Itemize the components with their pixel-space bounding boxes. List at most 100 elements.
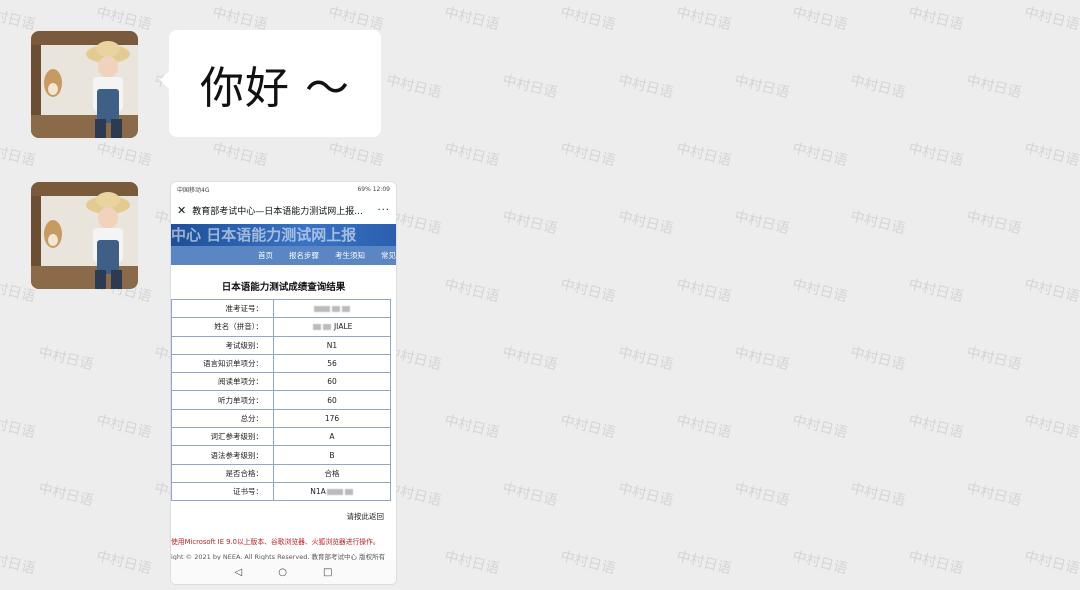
row-value <box>273 298 391 319</box>
watermark-text: 中村日语 <box>558 276 617 306</box>
site-banner: 中心 日本语能力测试网上报 <box>171 224 396 246</box>
watermark-text: 中村日语 <box>94 140 153 170</box>
watermark-text: 中村日语 <box>616 208 675 238</box>
watermark-text: 中村日语 <box>674 548 733 578</box>
row-value: B <box>273 445 391 465</box>
row-label: 听力单项分： <box>171 390 274 410</box>
watermark-text: 中村日语 <box>674 412 733 442</box>
browser-title-bar: ✕ 教育部考试中心—日本语能力测试网上报... ··· <box>171 196 396 224</box>
nav-item-faq[interactable]: 常见 <box>381 250 396 261</box>
row-value: 60 <box>273 390 391 410</box>
close-icon[interactable]: ✕ <box>177 204 186 217</box>
watermark-text: 中村日语 <box>0 548 37 578</box>
message-text: 你好 ～ <box>200 62 350 114</box>
row-value: 60 <box>273 372 391 392</box>
battery-time: 69% 12:09 <box>357 185 390 193</box>
watermark-text: 中村日语 <box>442 412 501 442</box>
row-value: A <box>273 427 391 447</box>
carrier-label: 中国移动4G <box>177 186 210 194</box>
row-label: 证书号： <box>171 481 274 502</box>
watermark-text: 中村日语 <box>790 276 849 306</box>
row-value: N1 <box>273 335 391 355</box>
avatar[interactable] <box>31 182 138 289</box>
watermark-text: 中村日语 <box>94 412 153 442</box>
watermark-text: 中村日语 <box>442 4 501 34</box>
row-value: N1A <box>273 481 391 502</box>
watermark-text: 中村日语 <box>674 140 733 170</box>
nav-item-home[interactable]: 首页 <box>258 250 273 261</box>
table-row: 语法参考级别： B <box>171 445 391 465</box>
watermark-text: 中村日语 <box>1022 140 1080 170</box>
table-row: 词汇参考级别： A <box>171 427 391 447</box>
table-row: 证书号： N1A <box>171 481 391 502</box>
watermark-text: 中村日语 <box>674 276 733 306</box>
back-link[interactable]: 请按此返回 <box>171 511 385 522</box>
watermark-text: 中村日语 <box>964 208 1023 238</box>
watermark-text: 中村日语 <box>0 4 37 34</box>
watermark-text: 中村日语 <box>616 344 675 374</box>
watermark-text: 中村日语 <box>558 412 617 442</box>
page-title: 教育部考试中心—日本语能力测试网上报... <box>192 206 363 217</box>
row-label: 词汇参考级别： <box>171 427 274 447</box>
watermark-text: 中村日语 <box>848 344 907 374</box>
row-label: 准考证号： <box>171 298 274 319</box>
more-icon[interactable]: ··· <box>377 205 390 216</box>
message-bubble[interactable]: 你好 ～ <box>160 30 381 137</box>
watermark-text: 中村日语 <box>790 548 849 578</box>
watermark-text: 中村日语 <box>790 412 849 442</box>
home-icon[interactable]: ○ <box>278 567 287 578</box>
watermark-text: 中村日语 <box>210 140 269 170</box>
table-row: 考试级别： N1 <box>171 335 391 355</box>
avatar-image <box>31 31 138 138</box>
row-label: 是否合格： <box>171 463 274 483</box>
watermark-text: 中村日语 <box>732 344 791 374</box>
watermark-text: 中村日语 <box>442 276 501 306</box>
row-value: 176 <box>273 408 391 429</box>
watermark-text: 中村日语 <box>442 548 501 578</box>
table-row: 姓名（拼音）： JIALE <box>171 317 391 337</box>
watermark-text: 中村日语 <box>790 4 849 34</box>
table-row: 准考证号： <box>171 298 391 319</box>
watermark-text: 中村日语 <box>0 140 37 170</box>
row-label: 考试级别： <box>171 335 274 355</box>
table-row: 阅读单项分： 60 <box>171 372 391 392</box>
watermark-text: 中村日语 <box>1022 548 1080 578</box>
row-value: 56 <box>273 353 391 374</box>
watermark-text: 中村日语 <box>906 548 965 578</box>
watermark-text: 中村日语 <box>906 412 965 442</box>
back-icon[interactable]: ◁ <box>235 567 243 578</box>
watermark-text: 中村日语 <box>790 140 849 170</box>
watermark-text: 中村日语 <box>732 72 791 102</box>
watermark-text: 中村日语 <box>500 480 559 510</box>
row-value: JIALE <box>273 317 391 337</box>
watermark-text: 中村日语 <box>732 208 791 238</box>
watermark-text: 中村日语 <box>384 72 443 102</box>
table-row: 是否合格： 合格 <box>171 463 391 483</box>
watermark-text: 中村日语 <box>500 208 559 238</box>
row-label: 阅读单项分： <box>171 372 274 392</box>
row-label: 语法参考级别： <box>171 445 274 465</box>
phone-status-bar: 中国移动4G 69% 12:09 <box>171 182 396 196</box>
watermark-text: 中村日语 <box>326 140 385 170</box>
result-table: 准考证号： 姓名（拼音）： JIALE 考试级别： N1 语言知识单项分： 56 阅… <box>171 298 391 502</box>
watermark-text: 中村日语 <box>674 4 733 34</box>
site-nav: 首页 报名步骤 考生须知 常见 <box>171 246 396 265</box>
recent-apps-icon[interactable]: □ <box>323 567 332 578</box>
watermark-text: 中村日语 <box>616 480 675 510</box>
result-title: 日本语能力测试成绩查询结果 <box>221 282 346 293</box>
watermark-text: 中村日语 <box>616 72 675 102</box>
watermark-text: 中村日语 <box>94 548 153 578</box>
nav-item-steps[interactable]: 报名步骤 <box>289 250 319 261</box>
screenshot-image-message[interactable]: 中国移动4G 69% 12:09 ✕ 教育部考试中心—日本语能力测试网上报...… <box>170 181 397 585</box>
watermark-text: 中村日语 <box>500 72 559 102</box>
watermark-text: 中村日语 <box>1022 276 1080 306</box>
watermark-text: 中村日语 <box>964 480 1023 510</box>
watermark-text: 中村日语 <box>442 140 501 170</box>
watermark-text: 中村日语 <box>848 72 907 102</box>
table-row: 总分： 176 <box>171 408 391 429</box>
watermark-text: 中村日语 <box>906 276 965 306</box>
avatar-image <box>31 182 138 289</box>
nav-item-notice[interactable]: 考生须知 <box>335 250 365 261</box>
avatar[interactable] <box>31 31 138 138</box>
watermark-text: 中村日语 <box>848 480 907 510</box>
